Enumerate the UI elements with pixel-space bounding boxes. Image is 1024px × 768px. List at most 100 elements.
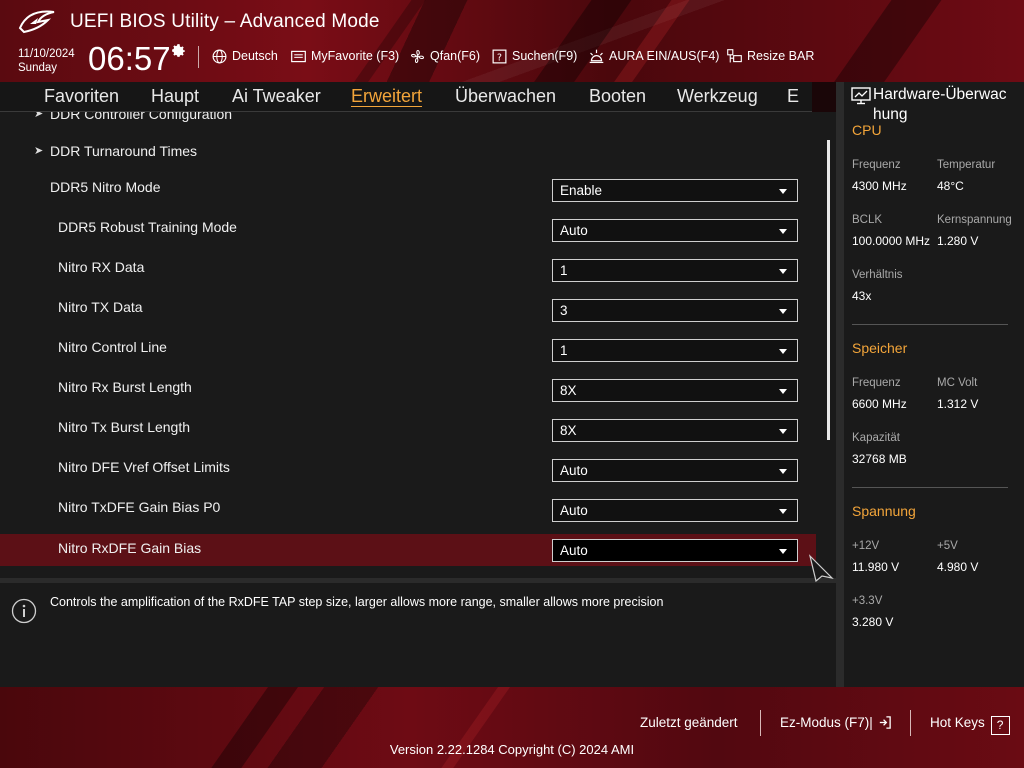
resize-bar-button[interactable]: Resize BAR (726, 46, 814, 66)
footer-divider (760, 710, 761, 736)
tab-ai-tweaker[interactable]: Ai Tweaker (232, 86, 321, 107)
core-voltage-label: Kernspannung (937, 214, 1012, 226)
capacity-label: Kapazität (852, 432, 900, 444)
fan-icon (411, 49, 424, 63)
aura-button[interactable]: AURA EIN/AUS(F4) (588, 46, 719, 66)
setting-row[interactable]: DDR5 Nitro Mode Enable (0, 169, 816, 209)
v5-label: +5V (937, 540, 958, 552)
setting-row[interactable]: Nitro TxDFE Gain Bias P0 Auto (0, 489, 816, 529)
mc-volt-value: 1.312 V (937, 397, 979, 411)
date-display: 11/10/2024 (18, 48, 75, 60)
qfan-label: Qfan(F6) (430, 49, 481, 63)
caret-down-icon (779, 509, 787, 514)
scrollbar[interactable] (827, 140, 830, 440)
setting-label: Nitro Rx Burst Length (58, 379, 192, 395)
nitro-dfe-vref-offset-limits-select[interactable]: Auto (552, 459, 798, 482)
caret-down-icon (779, 429, 787, 434)
app-title: UEFI BIOS Utility – Advanced Mode (70, 11, 380, 32)
setting-row[interactable]: Nitro DFE Vref Offset Limits Auto (0, 449, 816, 489)
nitro-tx-data-select[interactable]: 3 (552, 299, 798, 322)
v5-value: 4.980 V (937, 560, 979, 574)
mem-freq-label: Frequenz (852, 377, 901, 389)
chevron-right-icon: ➤ (34, 112, 44, 120)
decor-stripe (821, 0, 949, 82)
nitro-rx-data-select[interactable]: 1 (552, 259, 798, 282)
v33-value: 3.280 V (852, 615, 894, 629)
tab-erweitert[interactable]: Erweitert (351, 86, 422, 107)
mc-volt-label: MC Volt (937, 377, 978, 389)
select-value: Enable (560, 183, 603, 198)
ddr5-robust-training-mode-select[interactable]: Auto (552, 219, 798, 242)
setting-label: Nitro TX Data (58, 299, 143, 315)
search-button[interactable]: ? Suchen(F9) (491, 46, 577, 66)
hot-keys-button[interactable]: Hot Keys ? (930, 715, 1010, 735)
caret-down-icon (779, 309, 787, 314)
settings-list: ➤ DDR Controller Configuration ➤ DDR Tur… (0, 112, 836, 578)
language-button[interactable]: Deutsch (211, 46, 278, 66)
setting-row[interactable]: Nitro RX Data 1 (0, 249, 816, 289)
mouse-cursor-icon (808, 554, 834, 582)
setting-row[interactable]: Nitro Tx Burst Length 8X (0, 409, 816, 449)
nitro-tx-burst-length-select[interactable]: 8X (552, 419, 798, 442)
nitro-control-line-select[interactable]: 1 (552, 339, 798, 362)
nitro-txdfe-gain-bias-p0-select[interactable]: Auto (552, 499, 798, 522)
version-text: Version 2.22.1284 Copyright (C) 2024 AMI (389, 742, 635, 757)
nitro-rxdfe-gain-bias-select[interactable]: Auto (552, 539, 798, 562)
clock-display: 06:57 (88, 40, 171, 77)
resize-bar-label: Resize BAR (747, 49, 815, 63)
hardware-monitor-panel: Hardware-Überwac hung CPU Frequenz Temper… (844, 82, 1024, 687)
caret-down-icon (779, 229, 787, 234)
cpu-heading: CPU (852, 122, 882, 138)
setting-label: Nitro RxDFE Gain Bias (58, 540, 202, 556)
gear-icon[interactable] (170, 42, 187, 59)
setting-label: DDR5 Robust Training Mode (58, 219, 237, 235)
select-value: Auto (560, 223, 588, 238)
decor-stripe (521, 0, 639, 82)
divider (852, 487, 1008, 488)
help-search-icon: ? (492, 49, 507, 63)
search-label: Suchen(F9) (512, 49, 578, 63)
tab-ueberwachen[interactable]: Überwachen (455, 86, 556, 107)
select-value: Auto (560, 463, 588, 478)
chevron-right-icon: ➤ (34, 144, 44, 157)
nitro-rx-burst-length-select[interactable]: 8X (552, 379, 798, 402)
voltage-heading: Spannung (852, 503, 916, 519)
ez-mode-button[interactable]: Ez-Modus (F7)| (780, 715, 892, 730)
memory-heading: Speicher (852, 340, 908, 356)
caret-down-icon (779, 269, 787, 274)
v33-label: +3.3V (852, 595, 883, 607)
weekday-display: Sunday (18, 62, 58, 74)
tab-favoriten[interactable]: Favoriten (44, 86, 119, 107)
tab-exit[interactable]: E (787, 86, 799, 107)
last-changed-button[interactable]: Zuletzt geändert (640, 715, 738, 730)
ratio-value: 43x (852, 289, 872, 303)
myfavorite-button[interactable]: MyFavorite (F3) (290, 46, 399, 66)
setting-row[interactable]: Nitro Rx Burst Length 8X (0, 369, 816, 409)
info-icon (11, 598, 37, 624)
question-icon: ? (990, 716, 1010, 735)
setting-label: DDR5 Nitro Mode (50, 179, 161, 195)
svg-text:?: ? (497, 52, 502, 63)
setting-row[interactable]: Nitro TX Data 3 (0, 289, 816, 329)
cpu-freq-value: 4300 MHz (852, 179, 907, 193)
setting-row-selected[interactable]: Nitro RxDFE Gain Bias Auto (0, 534, 816, 566)
ddr5-nitro-mode-select[interactable]: Enable (552, 179, 798, 202)
setting-label: Nitro TxDFE Gain Bias P0 (58, 499, 221, 515)
tab-werkzeug[interactable]: Werkzeug (677, 86, 758, 107)
footer: Zuletzt geändert Ez-Modus (F7)| Hot Keys… (0, 687, 1024, 768)
cpu-temp-value: 48°C (937, 179, 964, 193)
header-divider (198, 46, 199, 68)
help-text: Controls the amplification of the RxDFE … (50, 595, 664, 609)
bclk-label: BCLK (852, 214, 883, 226)
setting-row[interactable]: Nitro Control Line 1 (0, 329, 816, 369)
ez-mode-label: Ez-Modus (F7)| (780, 715, 873, 730)
select-value: 1 (560, 263, 568, 278)
qfan-button[interactable]: Qfan(F6) (409, 46, 480, 66)
setting-label: DDR Turnaround Times (50, 143, 198, 159)
tab-booten[interactable]: Booten (589, 86, 646, 107)
submenu-ddr-turnaround-times[interactable]: ➤ DDR Turnaround Times (0, 133, 816, 173)
tab-haupt[interactable]: Haupt (151, 86, 199, 107)
setting-row[interactable]: DDR5 Robust Training Mode Auto (0, 209, 816, 249)
v12-label: +12V (852, 540, 880, 552)
hw-title-line1: Hardware-Überwac (873, 86, 1007, 103)
